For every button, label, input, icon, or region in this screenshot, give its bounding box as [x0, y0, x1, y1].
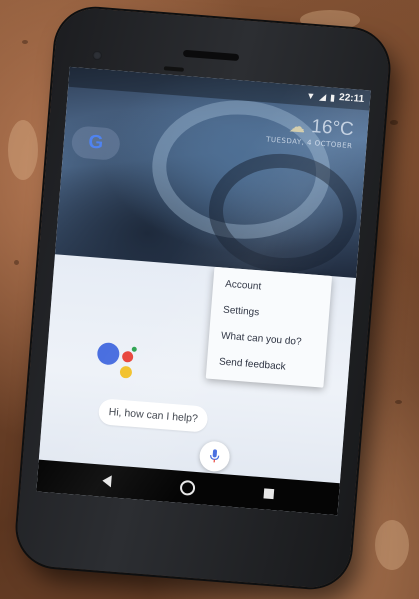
phone: ▼ ◢ ▮ 22:11 ☁ 16°C Tuesday, 4 October G: [14, 5, 392, 591]
overflow-menu: Account Settings What can you do? Send f…: [205, 266, 333, 388]
earpiece-speaker: [182, 49, 240, 62]
google-search-button[interactable]: G: [70, 125, 122, 161]
assistant-logo-icon: [95, 341, 142, 385]
weather-temperature: 16°C: [310, 116, 355, 141]
home-icon[interactable]: [179, 479, 196, 496]
proximity-sensor: [163, 66, 185, 72]
signal-icon: ◢: [318, 91, 327, 102]
assistant-dot-yellow: [119, 365, 133, 379]
status-time: 22:11: [338, 92, 365, 106]
stone-speck: [395, 400, 402, 404]
assistant-dot-blue: [96, 341, 121, 366]
battery-icon: ▮: [329, 91, 336, 103]
stone-highlight: [8, 120, 38, 180]
stone-speck: [390, 120, 398, 125]
partly-cloudy-icon: ☁: [288, 115, 307, 136]
front-camera: [92, 50, 103, 61]
photo-background: ▼ ◢ ▮ 22:11 ☁ 16°C Tuesday, 4 October G: [0, 0, 419, 599]
assistant-dot-green: [131, 346, 137, 352]
stone-highlight: [375, 520, 409, 570]
back-icon[interactable]: [101, 474, 112, 488]
mic-button[interactable]: [198, 440, 231, 473]
recents-icon[interactable]: [263, 488, 275, 500]
wifi-icon: ▼: [306, 90, 316, 101]
assistant-greeting: Hi, how can I help?: [97, 398, 209, 433]
status-icons: ▼ ◢ ▮ 22:11: [306, 90, 365, 106]
google-logo-icon: G: [87, 131, 105, 154]
weather-widget[interactable]: ☁ 16°C Tuesday, 4 October: [266, 113, 355, 150]
stone-speck: [14, 260, 19, 265]
assistant-dot-red: [121, 350, 134, 363]
phone-screen: ▼ ◢ ▮ 22:11 ☁ 16°C Tuesday, 4 October G: [36, 66, 371, 516]
stone-speck: [22, 40, 28, 44]
mic-icon: [210, 449, 220, 463]
